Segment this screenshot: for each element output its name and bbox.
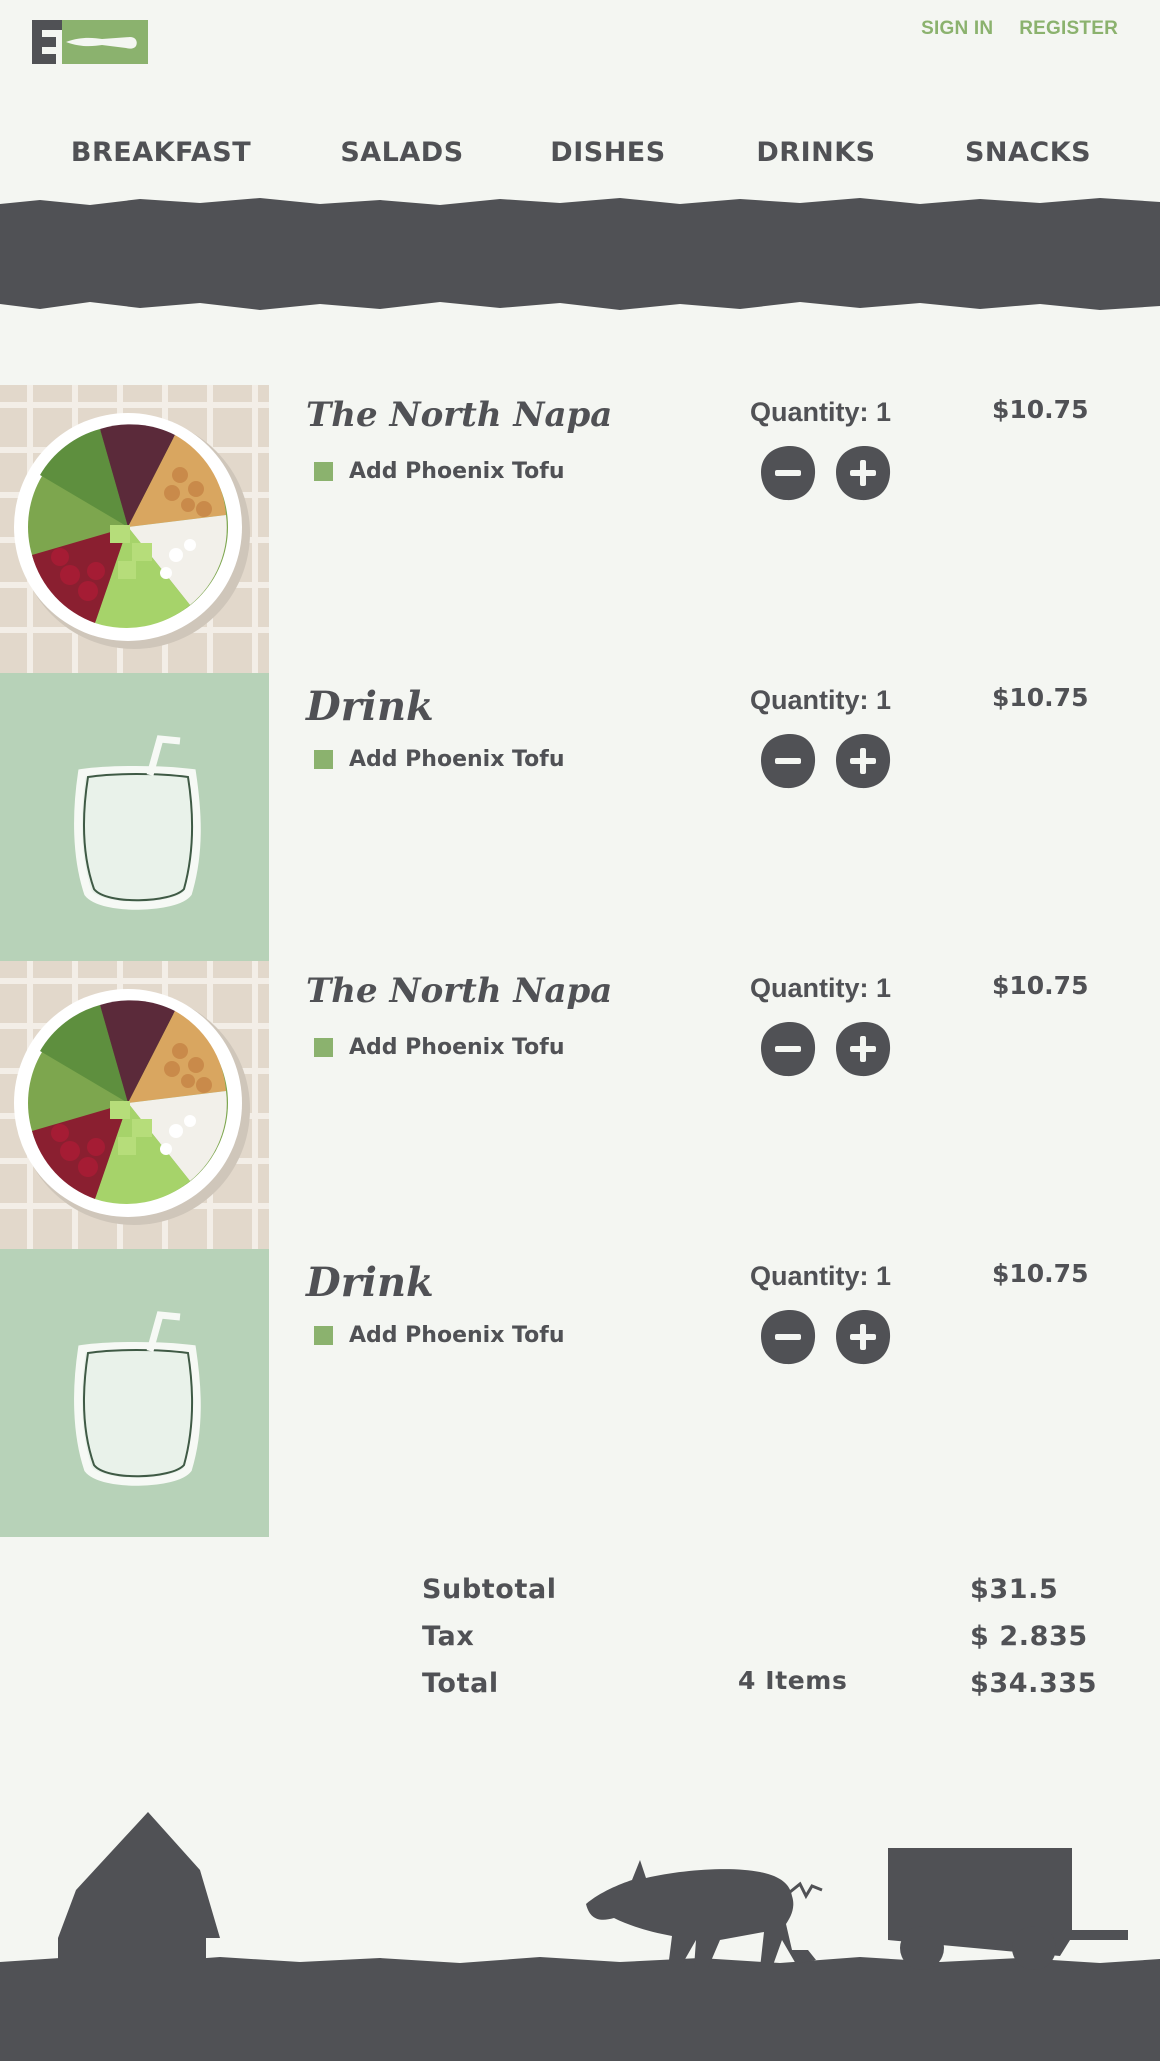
item-price: $10.75 — [992, 1259, 1089, 1288]
quantity-label: Quantity: 1 — [750, 1261, 892, 1291]
addon-option[interactable]: Add Phoenix Tofu — [314, 1323, 565, 1348]
addon-option[interactable]: Add Phoenix Tofu — [314, 747, 565, 772]
item-name: Drink — [306, 1259, 434, 1306]
addon-checkbox[interactable] — [314, 1038, 333, 1057]
addon-option[interactable]: Add Phoenix Tofu — [314, 1035, 565, 1060]
addon-label: Add Phoenix Tofu — [349, 459, 565, 484]
addon-label: Add Phoenix Tofu — [349, 747, 565, 772]
addon-label: Add Phoenix Tofu — [349, 1323, 565, 1348]
drink-glass-image — [0, 1249, 269, 1537]
cart-item: Drink Add Phoenix Tofu Quantity: 1 $10.7… — [0, 1249, 1160, 1537]
addon-label: Add Phoenix Tofu — [349, 1035, 565, 1060]
salad-bowl-image — [0, 961, 269, 1249]
total-label: Total — [422, 1668, 499, 1699]
increase-quantity-button[interactable] — [833, 731, 893, 791]
main-nav: BREAKFAST SALADS DISHES DRINKS SNACKS — [0, 137, 1160, 177]
farm-footer-illustration — [0, 1812, 1160, 2061]
quantity-label: Quantity: 1 — [750, 397, 892, 427]
subtotal-value: $31.5 — [970, 1574, 1059, 1605]
salad-bowl-image — [0, 385, 269, 673]
logo[interactable] — [32, 20, 148, 66]
tax-label: Tax — [422, 1621, 475, 1652]
pig-icon — [586, 1860, 816, 1968]
drink-glass-image — [0, 673, 269, 961]
minus-icon — [775, 1334, 801, 1340]
nav-dishes[interactable]: DISHES — [550, 137, 665, 168]
cart-item: Drink Add Phoenix Tofu Quantity: 1 $10.7… — [0, 673, 1160, 961]
nav-breakfast[interactable]: BREAKFAST — [71, 137, 251, 168]
quantity-label: Quantity: 1 — [750, 973, 892, 1003]
cart-item: The North Napa Add Phoenix Tofu Quantity… — [0, 385, 1160, 673]
nav-snacks[interactable]: SNACKS — [965, 137, 1091, 168]
decrease-quantity-button[interactable] — [758, 443, 818, 503]
quantity-label: Quantity: 1 — [750, 685, 892, 715]
items-count: 4 Items — [738, 1666, 848, 1695]
subtotal-label: Subtotal — [422, 1574, 557, 1605]
increase-quantity-button[interactable] — [833, 443, 893, 503]
addon-option[interactable]: Add Phoenix Tofu — [314, 459, 565, 484]
increase-quantity-button[interactable] — [833, 1307, 893, 1367]
addon-checkbox[interactable] — [314, 1326, 333, 1345]
minus-icon — [775, 1046, 801, 1052]
item-price: $10.75 — [992, 971, 1089, 1000]
item-price: $10.75 — [992, 395, 1089, 424]
banner-band — [0, 198, 1160, 310]
total-value: $34.335 — [970, 1668, 1098, 1699]
barn-icon — [58, 1812, 220, 1970]
register-link[interactable]: REGISTER — [1019, 18, 1118, 40]
item-name: The North Napa — [306, 395, 613, 435]
decrease-quantity-button[interactable] — [758, 1019, 818, 1079]
nav-drinks[interactable]: DRINKS — [756, 137, 875, 168]
item-name: Drink — [306, 683, 434, 730]
minus-icon — [775, 758, 801, 764]
increase-quantity-button[interactable] — [833, 1019, 893, 1079]
decrease-quantity-button[interactable] — [758, 731, 818, 791]
minus-icon — [775, 470, 801, 476]
item-name: The North Napa — [306, 971, 613, 1011]
item-price: $10.75 — [992, 683, 1089, 712]
addon-checkbox[interactable] — [314, 750, 333, 769]
addon-checkbox[interactable] — [314, 462, 333, 481]
sign-in-link[interactable]: SIGN IN — [921, 18, 993, 40]
nav-salads[interactable]: SALADS — [340, 137, 463, 168]
tax-value: $ 2.835 — [970, 1621, 1088, 1652]
decrease-quantity-button[interactable] — [758, 1307, 818, 1367]
cart-item: The North Napa Add Phoenix Tofu Quantity… — [0, 961, 1160, 1249]
